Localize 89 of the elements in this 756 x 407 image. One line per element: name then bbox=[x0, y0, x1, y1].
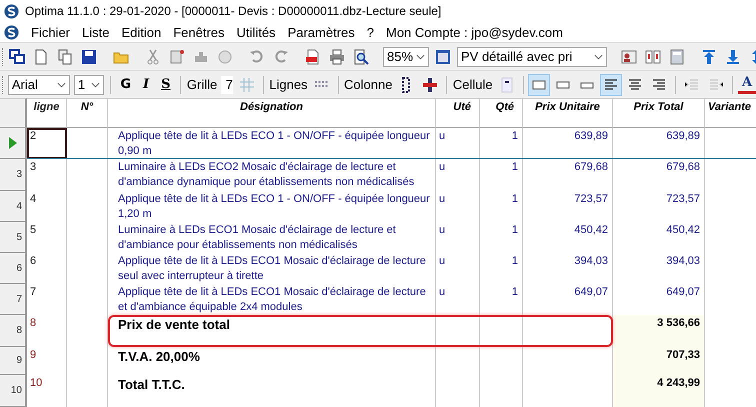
app-logo-icon bbox=[4, 4, 19, 18]
table-cell: Luminaire à LEDs ECO1 Mosaic d'éclairage de lecture et d'ambiance pour établissements non médicalisés bbox=[108, 222, 436, 253]
table-cell: 723,57 bbox=[613, 191, 705, 222]
table-cell: 1 bbox=[480, 253, 523, 284]
row-header[interactable]: 8 bbox=[0, 315, 27, 347]
table-cell: 2 bbox=[27, 128, 67, 159]
grid-label: Grille bbox=[186, 77, 218, 92]
table-cell: 450,42 bbox=[613, 222, 705, 253]
table-cell: Applique tête de lit à LEDs ECO 1 - ON/OFF - équipée longueur 1,20 m bbox=[108, 191, 436, 222]
table-cell: Applique tête de lit à LEDs ECO1 Mosaic d'éclairage de lecture et d'ambiance équipable 2x4 modules bbox=[108, 284, 436, 315]
table-cell: 1 bbox=[480, 159, 523, 191]
windows-icon[interactable] bbox=[7, 46, 27, 66]
border-style-icon[interactable] bbox=[529, 74, 550, 94]
column-header: Désignation bbox=[108, 98, 436, 128]
window-title: Optima 11.1.0 : 29-01-2020 - [0000011- Devis : D00000011.dbz-Lecture seule] bbox=[25, 4, 442, 18]
chevron-down-icon bbox=[90, 82, 100, 88]
row-header[interactable]: 10 bbox=[0, 375, 27, 407]
table-cell: Total T.T.C. bbox=[108, 375, 436, 407]
table-cell: 1 bbox=[480, 284, 523, 315]
menu-item[interactable]: Mon Compte : jpo@sydev.com bbox=[386, 24, 563, 40]
row-header[interactable]: 5 bbox=[0, 222, 27, 253]
underline-button[interactable]: S bbox=[157, 74, 174, 94]
table-cell: 679,68 bbox=[523, 159, 613, 191]
table-cell: 7 bbox=[27, 284, 67, 315]
table-cell: u bbox=[436, 284, 480, 315]
row-header[interactable]: 3 bbox=[0, 159, 27, 191]
table-cell: Luminaire à LEDs ECO2 Mosaic d'éclairage de lecture et d'ambiance dynamique pour établissements non médicalisés bbox=[108, 159, 436, 191]
table-cell: Applique tête de lit à LEDs ECO1 Mosaic d'éclairage de lecture seul avec interrupteur à tirette bbox=[108, 253, 436, 284]
table-cell: u bbox=[436, 253, 480, 284]
grid-size-field[interactable]: 7 bbox=[221, 76, 233, 94]
menu-item[interactable]: Fenêtres bbox=[173, 24, 225, 40]
table-cell: 394,03 bbox=[613, 253, 705, 284]
menu-item[interactable]: Liste bbox=[82, 24, 110, 40]
table-cell: 394,03 bbox=[523, 253, 613, 284]
bold-button[interactable]: G bbox=[116, 74, 135, 94]
italic-button[interactable]: I bbox=[138, 74, 154, 94]
table-cell: 8 bbox=[27, 315, 67, 347]
table-cell: 4 bbox=[27, 191, 67, 222]
current-row-icon bbox=[8, 136, 18, 150]
table-cell: 1 bbox=[480, 191, 523, 222]
column-header: N° bbox=[67, 98, 108, 128]
row-header[interactable]: 7 bbox=[0, 284, 27, 315]
menu-item[interactable]: Fichier bbox=[31, 24, 70, 40]
table-cell: 5 bbox=[27, 222, 67, 253]
menu-item[interactable]: Paramètres bbox=[288, 24, 355, 40]
table-cell: Prix de vente total bbox=[108, 315, 436, 347]
chevron-down-icon bbox=[56, 82, 66, 88]
column-header: Qté bbox=[480, 98, 523, 128]
column-header: Uté bbox=[436, 98, 480, 128]
table-cell: 6 bbox=[27, 253, 67, 284]
chevron-down-icon bbox=[416, 54, 425, 60]
table-cell: 679,68 bbox=[613, 159, 705, 191]
column-header: Variante bbox=[705, 98, 756, 128]
table-cell: T.V.A. 20,00% bbox=[108, 347, 436, 375]
row-header[interactable]: 4 bbox=[0, 191, 27, 222]
table-cell: 723,57 bbox=[523, 191, 613, 222]
row-header[interactable] bbox=[0, 128, 27, 159]
table-cell: u bbox=[436, 191, 480, 222]
row-header[interactable]: 6 bbox=[0, 253, 27, 284]
menu-item[interactable]: Edition bbox=[121, 24, 162, 40]
table-cell: 10 bbox=[27, 375, 67, 407]
cell-label: Cellule bbox=[452, 77, 493, 92]
column-header: Prix Unitaire bbox=[523, 98, 613, 128]
view-dropdown[interactable]: PV détaillé avec pri bbox=[457, 46, 607, 66]
font-dropdown[interactable]: Arial bbox=[8, 74, 70, 94]
table-cell: u bbox=[436, 159, 480, 191]
column-label: Colonne bbox=[344, 77, 392, 92]
font-size-dropdown[interactable]: 1 bbox=[74, 74, 104, 94]
table-cell: 9 bbox=[27, 347, 67, 375]
menu-item[interactable]: ? bbox=[366, 24, 374, 40]
zoom-dropdown[interactable]: 85% bbox=[383, 46, 429, 66]
table-cell: 3 bbox=[27, 159, 67, 191]
table-cell: u bbox=[436, 222, 480, 253]
chevron-down-icon bbox=[594, 54, 603, 60]
print-icon[interactable] bbox=[327, 46, 347, 66]
table-cell: 707,33 bbox=[613, 347, 705, 375]
menu-item[interactable]: Utilités bbox=[236, 24, 276, 40]
app-logo-icon[interactable] bbox=[4, 24, 19, 40]
font-color-button[interactable]: A bbox=[738, 76, 756, 94]
lines-label: Lignes bbox=[269, 77, 308, 92]
table-cell: 3 536,66 bbox=[613, 315, 705, 347]
table-cell: 649,07 bbox=[523, 284, 613, 315]
table-cell: 4 243,99 bbox=[613, 375, 705, 407]
table-cell: 450,42 bbox=[523, 222, 613, 253]
table-cell: 1 bbox=[480, 222, 523, 253]
column-header: ligne bbox=[27, 98, 67, 128]
column-header: Prix Total bbox=[613, 98, 705, 128]
align-left-icon[interactable] bbox=[601, 74, 622, 94]
row-header[interactable]: 9 bbox=[0, 347, 27, 375]
